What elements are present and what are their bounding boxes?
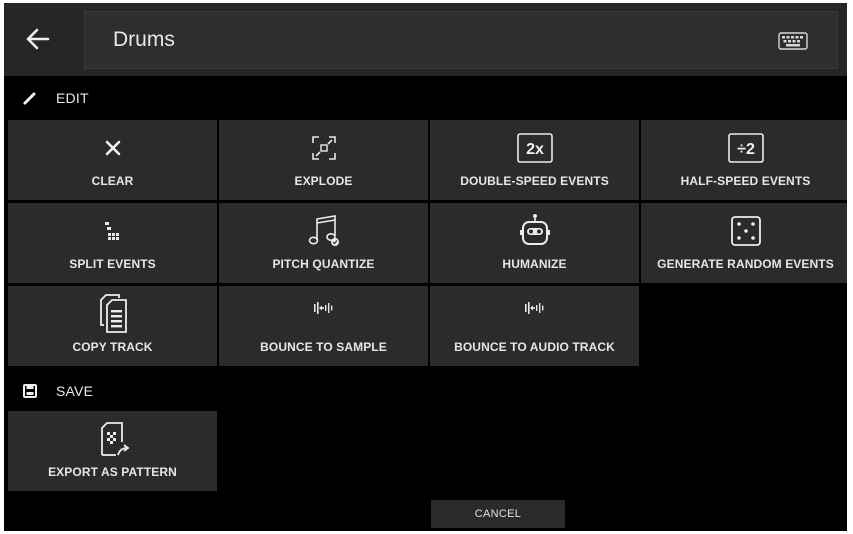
pitch-quantize-button[interactable]: PITCH QUANTIZE [219,203,428,283]
half-speed-icon-text: ÷2 [737,141,755,158]
x-icon [105,140,120,156]
track-name-field[interactable]: Drums [84,11,838,69]
cancel-button[interactable]: CANCEL [431,500,565,528]
keyboard-icon [778,32,808,50]
copy-track-label: COPY TRACK [72,340,153,354]
keyboard-button[interactable] [775,29,811,53]
double-speed-icon-text: 2x [526,141,544,158]
double-speed-events-label: DOUBLE-SPEED EVENTS [460,174,609,188]
generate-random-events-label: GENERATE RANDOM EVENTS [657,257,834,271]
bounce-to-audio-track-button[interactable]: BOUNCE TO AUDIO TRACK [430,286,639,366]
split-events-button[interactable]: SPLIT EVENTS [8,203,217,283]
split-events-label: SPLIT EVENTS [69,257,156,271]
edit-track-screen: Drums EDIT CLEAR EXPLODE 2x DOUBLE-SPEED… [4,3,847,531]
pitch-quantize-label: PITCH QUANTIZE [272,257,375,271]
copy-document-icon [99,294,127,333]
edit-section-label: EDIT [56,90,89,106]
pencil-icon [23,92,36,105]
humanize-button[interactable]: HUMANIZE [430,203,639,283]
bounce-icon [313,302,332,314]
bounce-to-sample-button[interactable]: BOUNCE TO SAMPLE [219,286,428,366]
explode-icon [311,136,336,160]
back-button[interactable] [16,17,60,61]
bounce-to-sample-label: BOUNCE TO SAMPLE [260,340,387,354]
edit-section-header: EDIT [4,78,847,118]
arrow-left-icon [26,28,50,50]
half-speed-events-label: HALF-SPEED EVENTS [680,174,811,188]
export-pattern-icon [100,422,129,456]
explode-label: EXPLODE [294,174,353,188]
header-bar: Drums [4,3,847,76]
export-as-pattern-label: EXPORT AS PATTERN [48,465,177,479]
bounce-icon [524,302,543,314]
floppy-disk-icon [23,384,37,398]
humanize-label: HUMANIZE [502,257,567,271]
double-speed-icon: 2x [516,133,553,163]
export-as-pattern-button[interactable]: EXPORT AS PATTERN [8,411,217,491]
bounce-to-audio-track-label: BOUNCE TO AUDIO TRACK [454,340,615,354]
copy-track-button[interactable]: COPY TRACK [8,286,217,366]
save-section-label: SAVE [56,383,94,399]
half-speed-icon: ÷2 [727,133,764,163]
clear-label: CLEAR [91,174,134,188]
clear-button[interactable]: CLEAR [8,120,217,200]
explode-button[interactable]: EXPLODE [219,120,428,200]
half-speed-events-button[interactable]: ÷2 HALF-SPEED EVENTS [641,120,847,200]
save-section-header: SAVE [4,371,847,411]
double-speed-events-button[interactable]: 2x DOUBLE-SPEED EVENTS [430,120,639,200]
track-name: Drums [113,28,175,51]
split-events-icon [104,222,119,240]
robot-icon [519,214,550,245]
music-note-icon [308,215,339,246]
dice-icon [730,216,761,246]
generate-random-events-button[interactable]: GENERATE RANDOM EVENTS [641,203,847,283]
